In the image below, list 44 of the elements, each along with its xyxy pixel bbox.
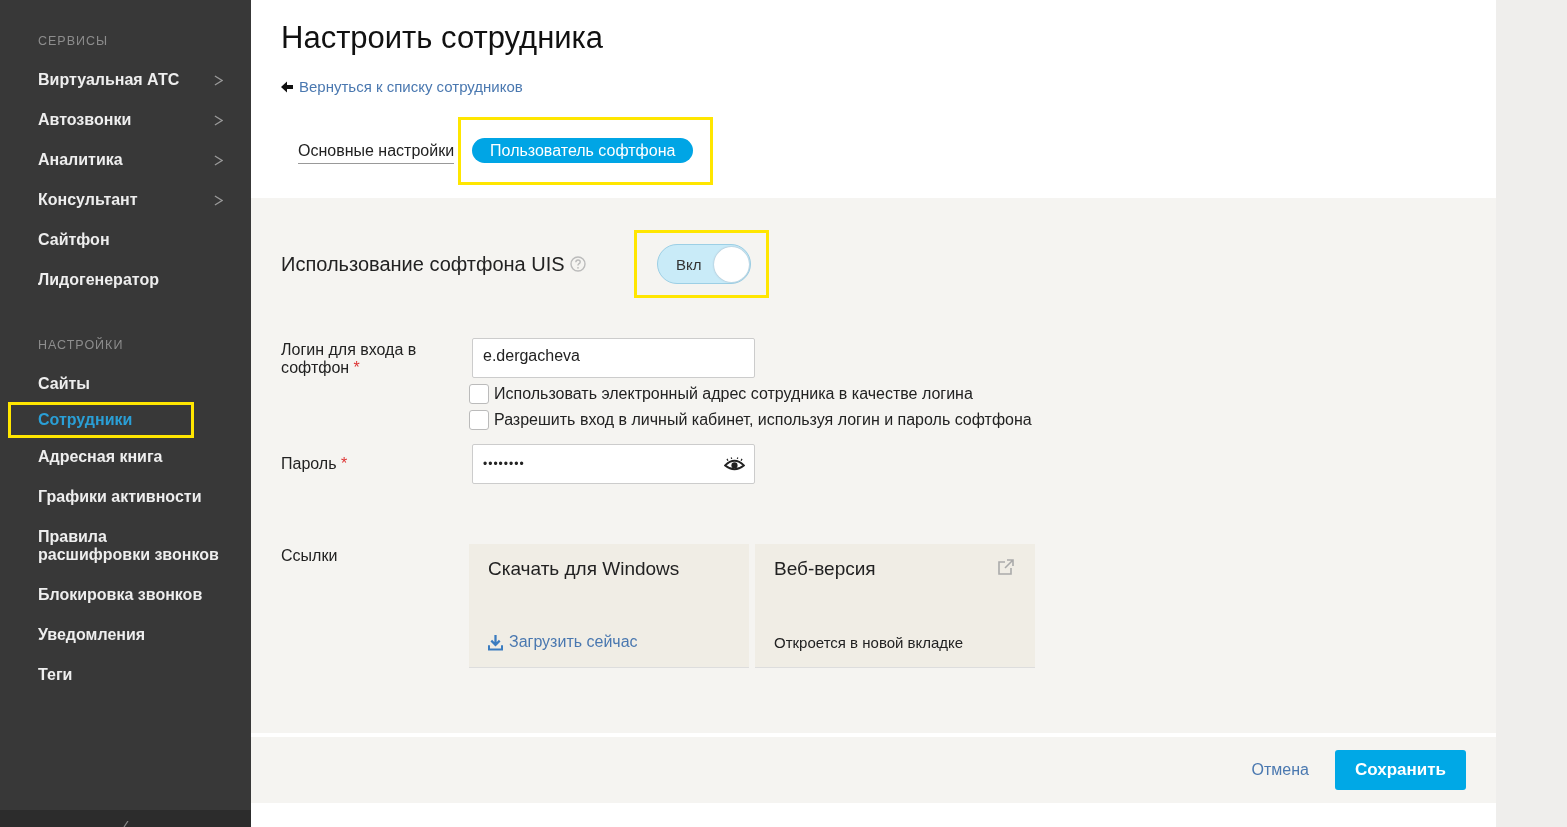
password-field[interactable]: •••••••• <box>472 444 755 484</box>
arrow-left-icon <box>281 80 293 93</box>
sidebar-item[interactable]: Консультант <box>38 191 138 209</box>
page-title: Настроить сотрудника <box>281 20 605 56</box>
sidebar-item[interactable]: Правила расшифровки звонков <box>38 528 223 564</box>
setting-title: Использование софтфона UIS <box>281 252 565 276</box>
card-title: Скачать для Windows <box>488 558 680 580</box>
link-card[interactable]: Скачать для Windows Загрузить сейчас <box>469 544 749 668</box>
field-label: Логин для входа в софтфон * <box>281 340 418 378</box>
external-link-icon[interactable] <box>997 558 1015 576</box>
sidebar-item[interactable]: Лидогенератор <box>38 271 159 289</box>
toggle-switch[interactable]: Вкл <box>657 244 751 284</box>
checkbox-label: Разрешить вход в личный кабинет, используя логин и пароль софтфона <box>494 411 1032 429</box>
card-title: Веб-версия <box>774 558 876 580</box>
sidebar-section-title: НАСТРОЙКИ <box>37 338 125 352</box>
sidebar-item[interactable]: Автозвонки <box>38 111 132 129</box>
sidebar-item[interactable]: Адресная книга <box>38 448 163 466</box>
sidebar-item[interactable]: Сайты <box>38 375 90 393</box>
download-icon <box>488 633 503 651</box>
chevron-left-icon <box>121 821 130 827</box>
checkbox[interactable] <box>469 410 489 430</box>
cancel-link[interactable]: Отмена <box>1251 761 1309 779</box>
sidebar-item[interactable]: Сотрудники <box>38 411 133 429</box>
sidebar-item[interactable]: Сайтфон <box>38 231 110 249</box>
back-link[interactable]: Вернуться к списку сотрудников <box>299 78 523 95</box>
link-card[interactable]: Веб-версия Откроется в новой вкладке <box>755 544 1035 668</box>
download-link[interactable]: Загрузить сейчас <box>509 633 638 651</box>
sidebar-item[interactable]: Виртуальная АТС <box>38 71 180 89</box>
sidebar-item[interactable]: Графики активности <box>38 488 202 506</box>
sidebar-item[interactable]: Блокировка звонков <box>38 586 203 604</box>
field-label: Пароль * <box>281 455 349 473</box>
eye-icon[interactable] <box>724 456 745 472</box>
sidebar-item[interactable]: Аналитика <box>38 151 123 169</box>
help-icon[interactable] <box>569 256 586 272</box>
sidebar-item[interactable]: Уведомления <box>38 626 146 644</box>
checkbox-label: Использовать электронный адрес сотрудника в качестве логина <box>494 385 973 403</box>
card-note: Откроется в новой вкладке <box>774 634 964 651</box>
sidebar-section-title: СЕРВИСЫ <box>37 34 110 48</box>
login-field[interactable]: e.dergacheva <box>472 338 755 378</box>
tab[interactable]: Основные настройки <box>298 138 455 164</box>
checkbox[interactable] <box>469 384 489 404</box>
field-label: Ссылки <box>281 546 339 566</box>
sidebar-item[interactable]: Теги <box>38 666 73 684</box>
collapse-bar[interactable] <box>0 810 251 827</box>
